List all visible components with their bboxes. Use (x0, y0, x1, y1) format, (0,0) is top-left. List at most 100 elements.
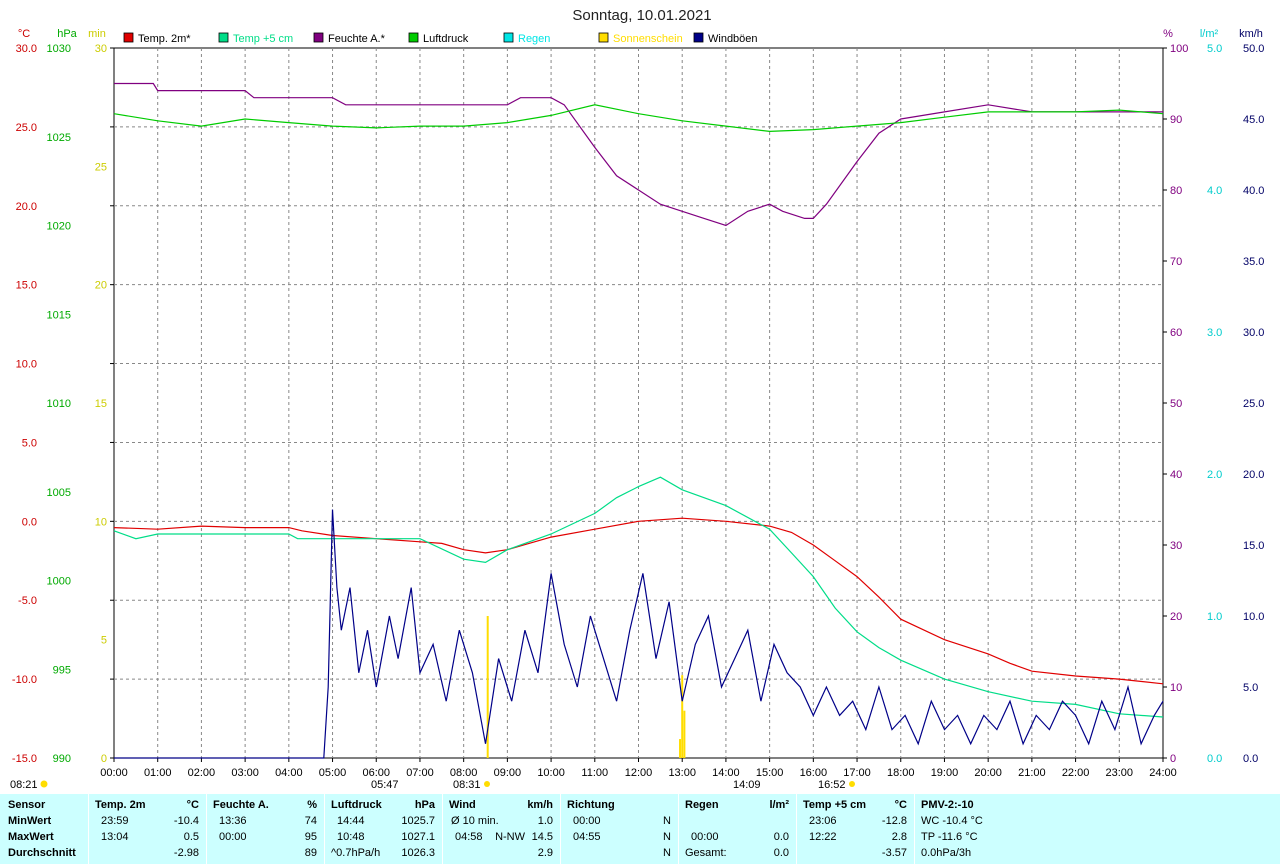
humidity-unit: % (307, 799, 317, 811)
humidity-avg: 89 (304, 847, 317, 859)
x-tick-label: 13:00 (668, 767, 696, 779)
legend-label: Temp. 2m* (138, 33, 191, 45)
pressure-unit: hPa (414, 799, 435, 811)
direction-avg: N (663, 847, 671, 859)
rain-total-label: Gesamt: (685, 847, 727, 859)
y-tick-label: 4.0 (1207, 185, 1222, 197)
stats-pmv: PMV-2:-10 WC -10.4 °C TP -11.6 °C 0.0hPa… (914, 794, 1035, 864)
direction-header: Richtung (567, 799, 615, 811)
y-tick-label: 1.0 (1207, 611, 1222, 623)
stats-pressure: Luftdruck hPa 14:44 1025.7 10:48 1027.1 … (324, 794, 443, 864)
x-tick-label: 04:00 (275, 767, 303, 779)
rain-total: 0.0 (773, 847, 789, 859)
x-axis: 00:00 01:00 02:00 03:00 04:00 05:00 06:00 07:00… (100, 758, 1177, 779)
y-tick-label: 10.0 (1243, 611, 1264, 623)
legend-swatch (598, 32, 609, 43)
direction-max: N (663, 831, 671, 843)
temp5cm-min-time: 23:06 (809, 815, 837, 827)
wind-avg10: 1.0 (537, 815, 553, 827)
pmv-windchill: WC -10.4 °C (921, 815, 983, 827)
direction-min: N (663, 815, 671, 827)
y-tick-label: -10.0 (12, 674, 37, 686)
y-tick-label: 1010 (47, 398, 71, 410)
y-tick-label: 70 (1170, 256, 1182, 268)
y-tick-label: 20 (1170, 611, 1182, 623)
weather-chart: Sonntag, 10.01.2021 Temp. 2m* Temp +5 cm F… (10, 7, 1264, 791)
temp2m-min: -10.4 (173, 815, 199, 827)
temp2m-avg: -2.98 (173, 847, 199, 859)
humidity-max-time: 00:00 (219, 831, 247, 843)
x-tick-label: 03:00 (231, 767, 259, 779)
y-tick-label: 0 (1170, 753, 1176, 765)
stats-temp5cm: Temp +5 cm °C 23:06 -12.8 12:22 2.8 -3.5… (796, 794, 915, 864)
humidity-min-time: 13:36 (219, 815, 247, 827)
x-tick-label: 12:00 (625, 767, 653, 779)
y-tick-label: 1015 (47, 309, 71, 321)
x-tick-label: 05:00 (319, 767, 347, 779)
x-tick-label: 15:00 (756, 767, 784, 779)
y-tick-label: -5.0 (18, 595, 37, 607)
y-tick-label: 5.0 (1243, 682, 1258, 694)
y-tick-label: 1030 (47, 43, 71, 55)
temp5cm-min: -12.8 (881, 815, 907, 827)
y-tick-label: 0.0 (1207, 753, 1222, 765)
temp5cm-max: 2.8 (891, 831, 907, 843)
legend-label: Windböen (708, 33, 758, 45)
temp2m-min-time: 23:59 (101, 815, 129, 827)
x-tick-label: 16:00 (800, 767, 828, 779)
y-tick-label: 990 (53, 753, 71, 765)
x-tick-label: 09:00 (494, 767, 522, 779)
axis-unit: °C (18, 28, 30, 40)
legend-label: Regen (518, 33, 550, 45)
pmv-pressure-trend: 0.0hPa/3h (921, 847, 972, 859)
y-tick-label: 30.0 (16, 43, 37, 55)
pressure-trend: ^0.7hPa/h (331, 847, 381, 859)
temp5cm-max-time: 12:22 (809, 831, 837, 843)
y-tick-label: 10 (95, 516, 107, 528)
legend-swatch (408, 32, 419, 43)
y-tick-label: 25.0 (16, 122, 37, 134)
humidity-min: 74 (304, 815, 317, 827)
pressure-max-time: 10:48 (337, 831, 365, 843)
legend-label: Temp +5 cm (233, 33, 293, 45)
wind-avg10-label: Ø 10 min. (451, 815, 499, 827)
legend-swatch (313, 32, 324, 43)
x-tick-label: 00:00 (100, 767, 128, 779)
pmv-header: PMV-2:-10 (921, 799, 974, 811)
x-tick-label: 23:00 (1106, 767, 1134, 779)
stats-humidity: Feuchte A. % 13:36 74 00:00 95 89 (206, 794, 325, 864)
y-tick-label: 90 (1170, 114, 1182, 126)
stats-rain: Regen l/m² 00:00 0.0 Gesamt: 0.0 (678, 794, 797, 864)
marker-time: 14:09 (733, 779, 761, 791)
pressure-header: Luftdruck (331, 799, 382, 811)
axis-unit: min (88, 28, 106, 40)
temp5cm-unit: °C (894, 799, 907, 811)
legend-label: Luftdruck (423, 33, 469, 45)
y-tick-label: 20.0 (16, 201, 37, 213)
legend: Temp. 2m* Temp +5 cm Feuchte A.* Luftdruck R… (123, 32, 758, 45)
x-tick-label: 20:00 (974, 767, 1002, 779)
temp5cm-avg: -3.57 (881, 847, 907, 859)
x-tick-label: 08:00 (450, 767, 478, 779)
row-min-label: MinWert (8, 815, 52, 827)
y-tick-label: 995 (53, 664, 71, 676)
stats-sensor: Sensor MinWert MaxWert Durchschnitt (0, 794, 88, 864)
sun-icon (849, 781, 855, 787)
sunrise-time: 08:21 (10, 779, 38, 791)
pressure-avg: 1026.3 (401, 847, 435, 859)
pressure-min: 1025.7 (401, 815, 435, 827)
direction-min-time: 00:00 (573, 815, 601, 827)
x-tick-label: 01:00 (144, 767, 172, 779)
rain-header: Regen (685, 799, 719, 811)
axis-unit: l/m² (1200, 28, 1219, 40)
rain-max-time: 00:00 (691, 831, 719, 843)
y-tick-label: 10 (1170, 682, 1182, 694)
temp2m-header: Temp. 2m (95, 799, 146, 811)
row-avg-label: Durchschnitt (8, 847, 76, 859)
x-tick-label: 22:00 (1062, 767, 1090, 779)
legend-swatch (503, 32, 514, 43)
y-tick-label: 15.0 (16, 280, 37, 292)
x-tick-label: 07:00 (406, 767, 434, 779)
pressure-min-time: 14:44 (337, 815, 365, 827)
wind-unit: km/h (527, 799, 553, 811)
